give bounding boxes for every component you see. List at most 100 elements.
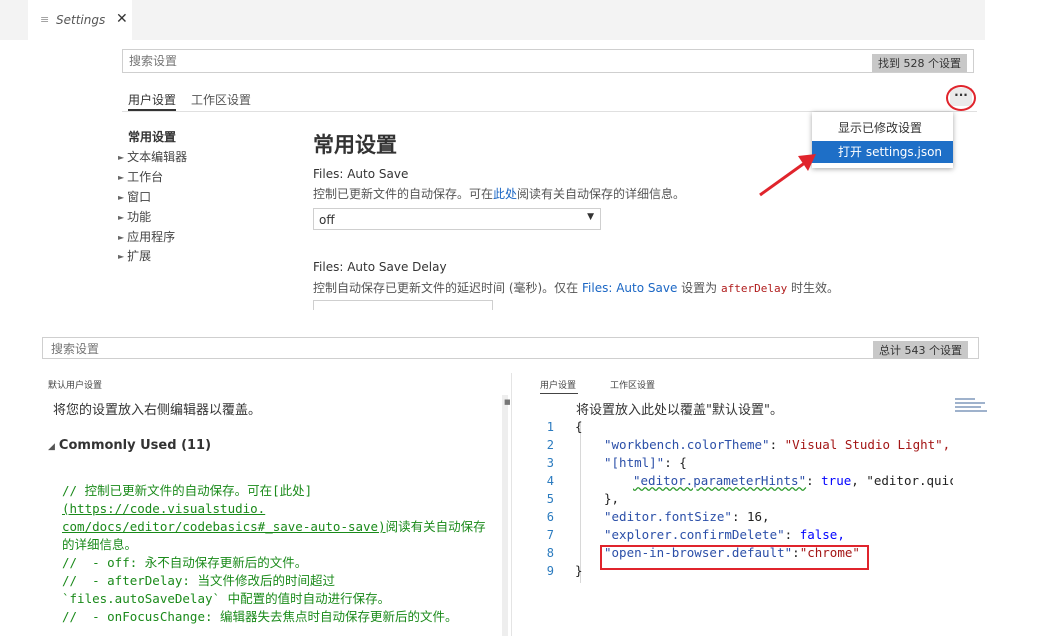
- docs-link[interactable]: 此处: [493, 187, 517, 201]
- highlight-circle: [946, 85, 976, 111]
- panel-divider: [511, 373, 512, 636]
- toc-item-window[interactable]: ► 窗口: [118, 188, 151, 205]
- toc-label: 文本编辑器: [127, 150, 188, 164]
- json-value: true: [821, 473, 852, 488]
- list-icon: ≡: [40, 13, 50, 26]
- toc-item-workbench[interactable]: ► 工作台: [118, 168, 163, 185]
- json-editor[interactable]: { "workbench.colorTheme": "Visual Studio…: [575, 418, 953, 598]
- setting-title-auto-save-delay: Files: Auto Save Delay: [313, 260, 447, 274]
- expand-icon: ►: [118, 213, 125, 222]
- toc-label: 窗口: [127, 190, 152, 204]
- json-key: "editor.fontSize": [604, 509, 732, 524]
- line-number: 9: [546, 564, 554, 578]
- comment-line: `files.autoSaveDelay` 中配置的值时自动进行保存。: [62, 591, 391, 606]
- search-result-count: 找到 528 个设置: [872, 54, 967, 72]
- select-value: off: [319, 213, 335, 227]
- highlight-box: [600, 545, 869, 570]
- json-key: "explorer.confirmDelete": [604, 527, 785, 542]
- expand-icon: ►: [118, 153, 125, 162]
- json-value: "Visual Studio Light",: [784, 437, 951, 452]
- line-number: 2: [546, 438, 554, 452]
- desc-text: 控制自动保存已更新文件的延迟时间 (毫秒)。仅在: [313, 281, 582, 295]
- toc-item-text-editor[interactable]: ► 文本编辑器: [118, 148, 187, 165]
- collapse-icon: ◢: [48, 442, 55, 452]
- tab-workspace-settings-editor[interactable]: 工作区设置: [610, 378, 655, 391]
- toc-item-application[interactable]: ► 应用程序: [118, 228, 175, 245]
- setting-title-auto-save: Files: Auto Save: [313, 167, 409, 181]
- json-value: 16,: [747, 509, 770, 524]
- settings-search-bar: 找到 528 个设置: [122, 49, 974, 73]
- comment-link[interactable]: com/docs/editor/codebasics#_save-auto-sa…: [62, 519, 386, 534]
- line-number: 7: [546, 528, 554, 542]
- desc-text: 阅读有关自动保存的详细信息。: [517, 187, 686, 201]
- section-heading: 常用设置: [313, 133, 397, 157]
- code-line-5: },: [604, 490, 619, 508]
- setting-desc-auto-save: 控制已更新文件的自动保存。可在此处阅读有关自动保存的详细信息。: [313, 185, 685, 202]
- tab-user-settings[interactable]: 用户设置: [128, 91, 176, 108]
- line-number: 5: [546, 492, 554, 506]
- close-icon[interactable]: ✕: [116, 11, 128, 27]
- line-number: 8: [546, 546, 554, 560]
- scrollbar[interactable]: [502, 395, 508, 636]
- line-number: 4: [546, 474, 554, 488]
- setting-link[interactable]: Files: Auto Save: [582, 281, 677, 295]
- auto-save-delay-input[interactable]: [313, 300, 493, 310]
- active-tab-indicator: [540, 393, 578, 394]
- active-tab-indicator: [128, 109, 176, 111]
- setting-desc-auto-save-delay: 控制自动保存已更新文件的延迟时间 (毫秒)。仅在 Files: Auto Sav…: [313, 279, 839, 296]
- toc-item-common[interactable]: 常用设置: [128, 128, 176, 145]
- comment-line: // 控制已更新文件的自动保存。可在[此处]: [62, 483, 313, 498]
- json-key: "editor.parameterHints": [633, 473, 807, 488]
- code-line-3: "[html]": {: [604, 454, 687, 472]
- comment-line: // - afterDelay: 当文件修改后的时间超过: [62, 573, 335, 588]
- code-line-1: {: [575, 418, 583, 436]
- json-key: "[html]": [604, 455, 665, 470]
- tab-settings[interactable]: ≡ Settings ✕: [28, 0, 132, 40]
- desc-text: 设置为: [677, 281, 721, 295]
- search-total-count: 总计 543 个设置: [873, 341, 968, 359]
- settings-search-input-2[interactable]: [51, 341, 651, 357]
- brace: {: [575, 419, 583, 434]
- tab-bar: ≡ Settings ✕: [0, 0, 985, 40]
- settings-search-input[interactable]: [129, 53, 729, 69]
- code-line-4: "editor.parameterHints": true, "editor.q…: [633, 472, 953, 490]
- tab-title: Settings: [56, 13, 106, 27]
- expand-icon: ►: [118, 173, 125, 182]
- tab-user-settings-editor[interactable]: 用户设置: [540, 378, 576, 391]
- json-punct: : {: [664, 455, 687, 470]
- tab-workspace-settings[interactable]: 工作区设置: [191, 91, 251, 108]
- comment-line: com/docs/editor/codebasics#_save-auto-sa…: [62, 518, 486, 536]
- code-line-7: "explorer.confirmDelete": false,: [604, 527, 845, 542]
- json-key: "workbench.colorTheme": [604, 437, 770, 452]
- default-settings-header: 默认用户设置: [48, 381, 103, 391]
- comment-text: 阅读有关自动保存: [385, 519, 486, 534]
- line-number: 3: [546, 456, 554, 470]
- brace: }: [575, 563, 583, 578]
- line-number: 6: [546, 510, 554, 524]
- arrow-annotation: [759, 154, 816, 197]
- toc-label: 扩展: [127, 249, 152, 263]
- toc-item-extensions[interactable]: ► 扩展: [118, 247, 151, 264]
- comment-link[interactable]: (https://code.visualstudio.: [62, 500, 265, 518]
- comment-line: 的详细信息。: [62, 537, 138, 552]
- line-number: 1: [546, 420, 554, 434]
- expand-icon: ►: [118, 252, 125, 261]
- toc-label: 工作台: [127, 170, 164, 184]
- comment-line: // - off: 永不自动保存更新后的文件。: [62, 555, 308, 570]
- toc-item-features[interactable]: ► 功能: [118, 208, 151, 225]
- desc-text: 时生效。: [787, 281, 840, 295]
- group-commonly-used[interactable]: ◢ Commonly Used (11): [48, 438, 211, 453]
- expand-icon: ►: [118, 193, 125, 202]
- default-settings-hint: 将您的设置放入右侧编辑器以覆盖。: [53, 403, 262, 418]
- comment-line: // - onFocusChange: 编辑器失去焦点时自动保存更新后的文件。: [62, 609, 458, 624]
- menu-item-open-settings-json[interactable]: 打开 settings.json: [812, 141, 953, 163]
- settings-search-bar-2: 总计 543 个设置: [42, 337, 979, 359]
- menu-item-show-modified[interactable]: 显示已修改设置: [812, 117, 953, 139]
- code-line-2: "workbench.colorTheme": "Visual Studio L…: [604, 437, 951, 452]
- scroll-indicator: ■: [504, 398, 511, 406]
- brace: },: [604, 491, 620, 506]
- json-value: false,: [799, 527, 845, 542]
- toc-label: 应用程序: [127, 230, 176, 244]
- auto-save-select[interactable]: off ▼: [313, 208, 601, 230]
- minimap[interactable]: [955, 397, 989, 415]
